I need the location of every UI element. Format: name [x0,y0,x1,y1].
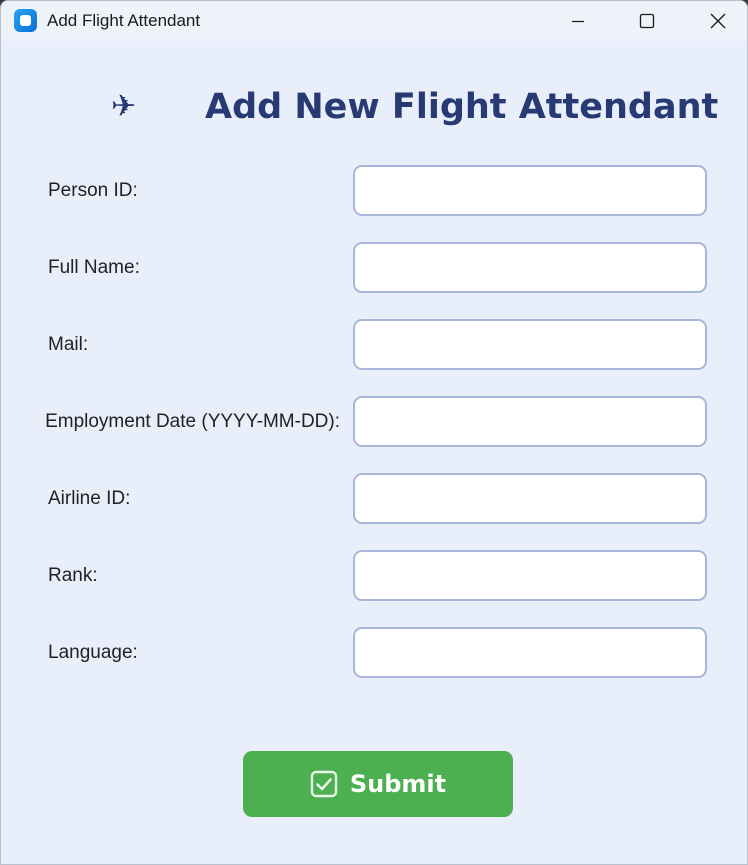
airline-id-input[interactable] [353,473,707,524]
language-input[interactable] [353,627,707,678]
employment-date-input[interactable] [353,396,707,447]
maximize-icon [639,13,655,29]
person-id-input[interactable] [353,165,707,216]
minimize-button[interactable] [555,1,601,41]
form-row-full-name: Full Name: [1,242,747,294]
form-row-rank: Rank: [1,550,747,602]
checkbox-checked-icon [310,770,338,798]
form-row-mail: Mail: [1,319,747,371]
employment-date-label-text: Employment Date (YYYY-MM-DD): [45,411,340,432]
airline-id-label: Airline ID: [48,488,131,509]
rank-label: Rank: [48,565,98,586]
full-name-input[interactable] [353,242,707,293]
maximize-button[interactable] [624,1,670,41]
app-icon [14,9,37,32]
close-icon [710,13,726,29]
window-title: Add Flight Attendant [47,11,201,30]
full-name-label: Full Name: [48,257,140,278]
submit-button[interactable]: Submit [243,751,513,817]
form-row-language: Language: [1,627,747,679]
minimize-icon [572,20,584,23]
page-title: Add New Flight Attendant [205,87,719,127]
person-id-label: Person ID: [48,180,138,201]
app-window: Add Flight Attendant ✈ Add New Flight At… [0,0,748,865]
mail-label: Mail: [48,334,89,355]
form-row-employment-date: Employment Date (YYYY-MM-DD): [1,396,747,448]
language-label: Language: [48,642,138,663]
airplane-icon: ✈ [111,89,137,124]
close-button[interactable] [695,1,741,41]
form-row-airline-id: Airline ID: [1,473,747,525]
mail-input[interactable] [353,319,707,370]
form-row-person-id: Person ID: [1,165,747,217]
employment-date-label: Employment Date (YYYY-MM-DD): [1,411,340,433]
submit-label: Submit [349,770,447,798]
rank-input[interactable] [353,550,707,601]
title-bar: Add Flight Attendant [1,1,747,41]
